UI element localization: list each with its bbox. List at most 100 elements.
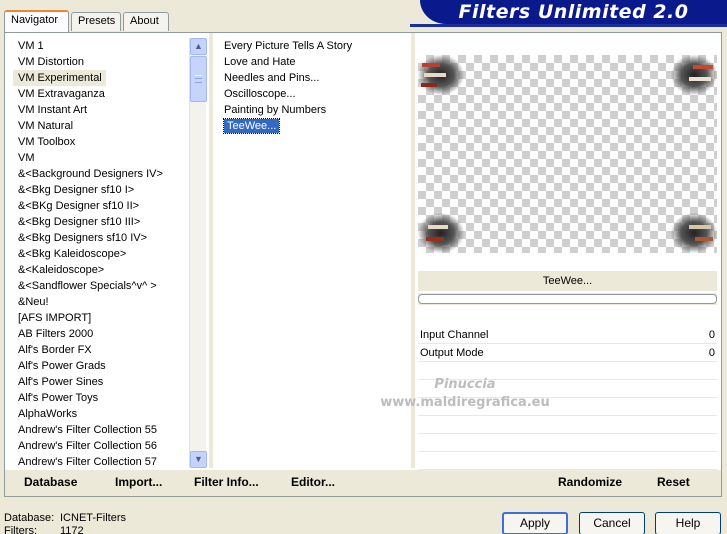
scroll-down-button[interactable]: ▼ [190, 451, 207, 468]
category-item[interactable]: VM Toolbox [13, 134, 189, 150]
category-item[interactable]: Andrew's Filter Collection 57 [13, 454, 189, 468]
category-item[interactable]: &<Background Designers IV> [13, 166, 189, 182]
watermark-line: Pinuccia [434, 377, 496, 392]
filter-item[interactable]: Needles and Pins... [221, 70, 411, 86]
tab-about[interactable]: About [123, 12, 169, 31]
watermark: Pinuccia www.maldiregrafica.eu [355, 376, 575, 412]
category-item[interactable]: &<Bkg Designers sf10 IV> [13, 230, 189, 246]
category-label: &<Background Designers IV> [18, 168, 163, 180]
apply-button[interactable]: Apply [502, 512, 568, 534]
scroll-thumb[interactable] [190, 56, 207, 102]
category-label: &<Bkg Kaleidoscope> [18, 248, 127, 260]
import-button[interactable]: Import... [115, 475, 162, 489]
category-item[interactable]: AB Filters 2000 [13, 326, 189, 342]
category-item[interactable]: AlphaWorks [13, 406, 189, 422]
category-item[interactable]: &<Bkg Designer sf10 I> [13, 182, 189, 198]
category-label: VM Experimental [13, 70, 106, 86]
category-item[interactable]: VM Distortion [13, 54, 189, 70]
category-item[interactable]: &<Kaleidoscope> [13, 262, 189, 278]
param-label: Input Channel [420, 329, 489, 341]
preview-corner [418, 213, 464, 253]
category-item[interactable]: VM Instant Art [13, 102, 189, 118]
category-label: AB Filters 2000 [18, 328, 94, 340]
app-title-banner: Filters Unlimited 2.0 [420, 0, 727, 24]
category-label: Alf's Border FX [18, 344, 92, 356]
category-item[interactable]: Alf's Power Grads [13, 358, 189, 374]
param-label: Output Mode [420, 347, 484, 359]
filter-label: Love and Hate [224, 56, 296, 68]
category-label: [AFS IMPORT] [18, 312, 92, 324]
param-row-input-channel[interactable]: Input Channel 0 [418, 326, 717, 344]
filter-item[interactable]: TeeWee... [221, 118, 411, 134]
reset-button[interactable]: Reset [657, 475, 690, 489]
category-label: &<BKg Designer sf10 II> [18, 200, 140, 212]
filter-item[interactable]: Painting by Numbers [221, 102, 411, 118]
category-label: &<Bkg Designer sf10 I> [18, 184, 135, 196]
category-label: Alf's Power Grads [18, 360, 106, 372]
param-value: 0 [708, 347, 715, 359]
category-label: VM Extravaganza [18, 88, 105, 100]
category-item[interactable]: &Neu! [13, 294, 189, 310]
filters-count-value: 1172 [60, 525, 84, 534]
category-item[interactable]: VM Extravaganza [13, 86, 189, 102]
chevron-down-icon: ▼ [194, 454, 203, 464]
preview-corner [671, 213, 717, 253]
filter-item[interactable]: Every Picture Tells A Story [221, 38, 411, 54]
progress-area [418, 293, 717, 305]
category-item[interactable]: &<Bkg Kaleidoscope> [13, 246, 189, 262]
category-scrollbar[interactable]: ▲ ▼ [189, 38, 207, 468]
preview-corner [671, 55, 717, 95]
category-label: Andrew's Filter Collection 56 [18, 440, 158, 452]
tab-navigator[interactable]: Navigator [4, 10, 69, 32]
param-row-output-mode[interactable]: Output Mode 0 [418, 344, 717, 362]
category-item[interactable]: [AFS IMPORT] [13, 310, 189, 326]
editor-button[interactable]: Editor... [291, 475, 335, 489]
preview-image [418, 55, 717, 253]
category-item[interactable]: &<Sandflower Specials^v^ > [13, 278, 189, 294]
help-button[interactable]: Help [655, 512, 721, 534]
category-item[interactable]: Alf's Power Sines [13, 374, 189, 390]
category-label: Andrew's Filter Collection 57 [18, 456, 158, 468]
banner-edge [410, 24, 727, 27]
param-value: 0 [708, 329, 715, 341]
preview-corner [418, 55, 464, 95]
watermark-line: www.maldiregrafica.eu [380, 395, 550, 410]
filter-item[interactable]: Love and Hate [221, 54, 411, 70]
category-item[interactable]: Alf's Power Toys [13, 390, 189, 406]
filter-info-button[interactable]: Filter Info... [194, 475, 259, 489]
cancel-button[interactable]: Cancel [579, 512, 645, 534]
category-item[interactable]: VM [13, 150, 189, 166]
category-label: VM Instant Art [18, 104, 88, 116]
tab-presets[interactable]: Presets [71, 12, 121, 31]
category-item[interactable]: &<Bkg Designer sf10 III> [13, 214, 189, 230]
category-list[interactable]: VM 1 VM Distortion VM Experimental VM Extra… [13, 38, 189, 468]
category-label: &Neu! [18, 296, 49, 308]
category-label: &<Sandflower Specials^v^ > [18, 280, 157, 292]
category-item[interactable]: Andrew's Filter Collection 56 [13, 438, 189, 454]
filter-label: Needles and Pins... [224, 72, 320, 84]
filter-label: Oscilloscope... [224, 88, 296, 100]
category-item[interactable]: VM Natural [13, 118, 189, 134]
category-item[interactable]: Alf's Border FX [13, 342, 189, 358]
progress-bar [418, 294, 717, 304]
database-info: Database: ICNET-Filters Filters: 1172 [4, 512, 126, 534]
category-label: Alf's Power Sines [18, 376, 104, 388]
grip-icon [195, 75, 202, 83]
navigator-button-bar: Database Import... Filter Info... Editor… [5, 470, 721, 496]
category-label: Andrew's Filter Collection 55 [18, 424, 158, 436]
category-item[interactable]: VM 1 [13, 38, 189, 54]
param-row-empty [418, 416, 717, 434]
filter-list[interactable]: Every Picture Tells A Story Love and Hate… [221, 38, 411, 134]
randomize-button[interactable]: Randomize [558, 475, 622, 489]
category-label: &<Bkg Designer sf10 III> [18, 216, 141, 228]
filter-item[interactable]: Oscilloscope... [221, 86, 411, 102]
category-item[interactable]: VM Experimental [13, 70, 189, 86]
database-button[interactable]: Database [24, 475, 77, 489]
database-label: Database: [4, 512, 55, 524]
scroll-up-button[interactable]: ▲ [190, 38, 207, 55]
category-label: &<Bkg Designers sf10 IV> [18, 232, 148, 244]
category-item[interactable]: &<BKg Designer sf10 II> [13, 198, 189, 214]
chevron-up-icon: ▲ [194, 41, 203, 51]
category-label: VM Distortion [18, 56, 85, 68]
category-item[interactable]: Andrew's Filter Collection 55 [13, 422, 189, 438]
